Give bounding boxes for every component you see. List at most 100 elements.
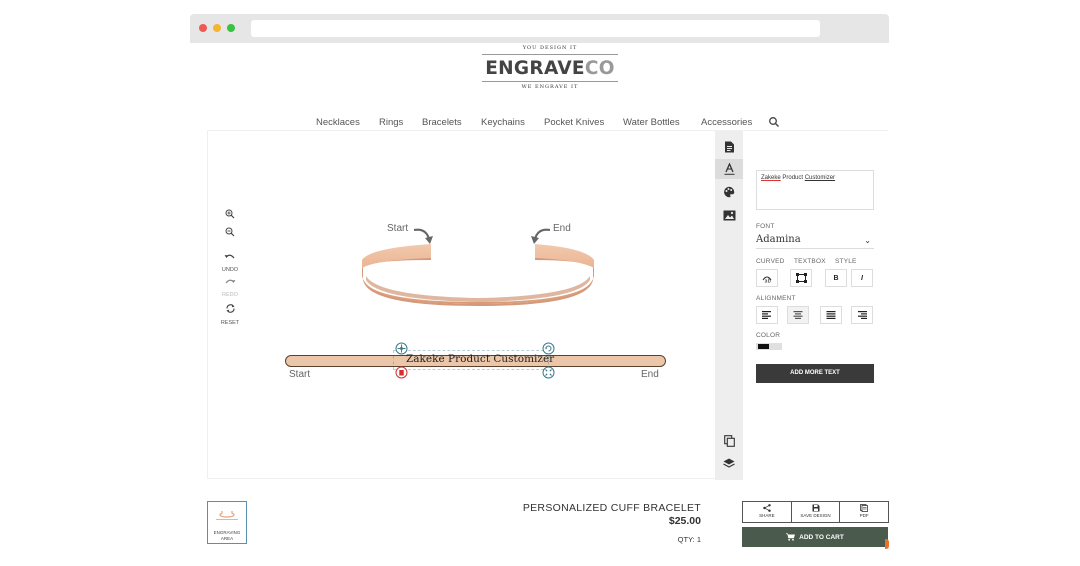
redo-label: REDO (222, 292, 238, 298)
image-icon (723, 210, 735, 220)
align-left-button[interactable] (756, 306, 778, 324)
share-icon (763, 504, 771, 512)
pdf-icon (860, 504, 869, 512)
share-label: SHARE (759, 513, 775, 518)
product-price: $25.00 (668, 515, 701, 527)
maximize-window-dot[interactable] (227, 24, 235, 32)
curved-text-button[interactable]: ab (756, 269, 778, 287)
engraving-text-input[interactable]: Zakeke Product Customizer (756, 170, 874, 210)
cart-accent-tab (885, 539, 889, 549)
nav-item-pocket-knives[interactable]: Pocket Knives (544, 117, 604, 128)
undo-button[interactable]: UNDO (218, 248, 242, 273)
save-icon (812, 504, 819, 512)
address-bar[interactable] (251, 20, 820, 37)
save-design-label: SAVE DESIGN (800, 513, 831, 518)
textbox-label: TEXTBOX (794, 258, 826, 265)
textbox-icon (795, 273, 807, 283)
browser-window: YOU DESIGN IT ENGRAVECO WE ENGRAVE IT Ne… (190, 14, 889, 566)
engraving-end-label: End (641, 369, 659, 380)
zoom-out-button[interactable] (218, 224, 242, 242)
thumbnail-label: ENGRAVING AREA (213, 530, 241, 541)
delete-handle-icon[interactable] (395, 366, 408, 379)
bold-button[interactable]: B (825, 269, 847, 287)
nav-item-keychains[interactable]: Keychains (481, 117, 525, 128)
zoom-in-button[interactable] (218, 206, 242, 224)
close-window-dot[interactable] (199, 24, 207, 32)
product-options-button[interactable] (719, 137, 739, 157)
textbox-button[interactable] (790, 269, 812, 287)
move-handle-icon[interactable] (395, 342, 408, 355)
text-input-word-2: Product (782, 175, 804, 181)
design-actions: SHARE SAVE DESIGN PDF (742, 501, 889, 523)
document-icon (724, 141, 734, 153)
search-icon[interactable] (768, 116, 780, 128)
layers-icon (723, 458, 735, 468)
text-tool-button[interactable] (715, 159, 743, 179)
add-to-cart-button[interactable]: ADD TO CART (742, 527, 888, 547)
italic-button[interactable]: I (851, 269, 873, 287)
reset-label: RESET (220, 320, 240, 326)
align-center-button[interactable] (787, 306, 809, 324)
logo-brand-suffix: CO (584, 58, 615, 79)
nav-item-bracelets[interactable]: Bracelets (422, 117, 462, 128)
logo[interactable]: ENGRAVECO (474, 58, 626, 79)
copy-button[interactable] (719, 431, 739, 451)
share-button[interactable]: SHARE (743, 502, 792, 522)
nav-item-rings[interactable]: Rings (379, 117, 403, 128)
svg-text:ab: ab (765, 278, 771, 283)
resize-handle-icon[interactable] (542, 366, 555, 379)
end-arrow-icon (531, 228, 551, 244)
align-justify-icon (826, 311, 836, 319)
logo-tagline-bottom: WE ENGRAVE IT (521, 84, 579, 90)
reset-button[interactable]: RESET (218, 301, 242, 326)
chevron-down-icon: ⌄ (864, 236, 871, 245)
redo-button[interactable]: REDO (218, 273, 242, 298)
font-label: FONT (756, 223, 775, 230)
align-right-icon (858, 311, 867, 319)
layers-button[interactable] (719, 453, 739, 473)
align-right-button[interactable] (851, 306, 873, 324)
reset-icon (225, 304, 235, 313)
rotate-handle-icon[interactable] (542, 342, 555, 355)
design-canvas[interactable]: UNDO REDO RESET Start End Zakeke Product… (208, 131, 715, 480)
product-name: PERSONALIZED CUFF BRACELET (522, 502, 701, 514)
color-label: COLOR (756, 332, 781, 339)
nav-item-necklaces[interactable]: Necklaces (316, 117, 360, 128)
nav-item-water-bottles[interactable]: Water Bottles (623, 117, 680, 128)
editor-toolbar (715, 131, 743, 480)
pdf-label: PDF (859, 513, 869, 518)
preview-start-label: Start (387, 223, 409, 234)
palette-icon (724, 186, 735, 198)
save-design-button[interactable]: SAVE DESIGN (792, 502, 841, 522)
text-icon (724, 163, 734, 175)
zoom-in-icon (225, 209, 235, 219)
alignment-label: ALIGNMENT (756, 295, 796, 302)
minimize-window-dot[interactable] (213, 24, 221, 32)
font-select[interactable]: Adamina ⌄ (756, 234, 874, 249)
logo-tagline-top: YOU DESIGN IT (522, 45, 578, 51)
color-swatch-black (758, 344, 769, 349)
selection-box (393, 350, 549, 370)
logo-divider-top (482, 54, 618, 55)
product-quantity: QTY: 1 (677, 535, 701, 544)
add-to-cart-label: ADD TO CART (799, 533, 844, 541)
redo-icon (225, 279, 236, 284)
align-justify-button[interactable] (820, 306, 842, 324)
cart-icon (786, 533, 796, 541)
image-tool-button[interactable] (719, 205, 739, 225)
align-center-icon (793, 311, 803, 319)
add-more-text-button[interactable]: ADD MORE TEXT (756, 364, 874, 383)
pdf-button[interactable]: PDF (840, 502, 888, 522)
copy-icon (723, 435, 735, 447)
font-select-value: Adamina (756, 234, 801, 245)
color-picker[interactable] (756, 343, 782, 350)
undo-icon (224, 254, 235, 259)
engraving-area-thumbnail[interactable]: ENGRAVING AREA (207, 501, 247, 544)
curved-text-icon: ab (762, 276, 772, 283)
color-tool-button[interactable] (719, 182, 739, 202)
align-left-icon (762, 311, 771, 319)
nav-item-accessories[interactable]: Accessories (701, 117, 752, 128)
text-input-word-3: Customizer (804, 175, 836, 181)
customizer-editor: UNDO REDO RESET Start End Zakeke Product… (207, 130, 889, 480)
browser-toolbar (190, 14, 889, 43)
